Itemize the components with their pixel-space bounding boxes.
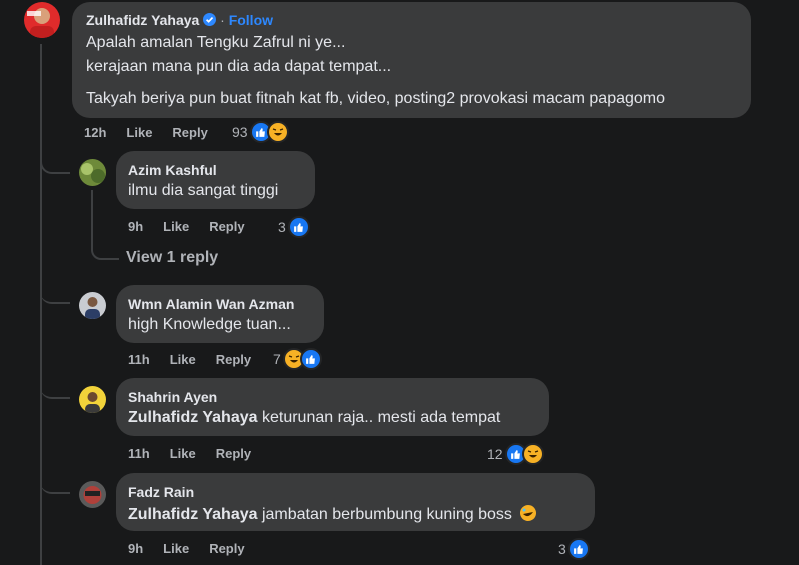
avatar[interactable] xyxy=(79,159,106,186)
like-button[interactable]: Like xyxy=(163,541,189,556)
reaction-count: 3 xyxy=(278,219,286,235)
reply-author[interactable]: Shahrin Ayen xyxy=(128,389,217,405)
reply-text: Zulhafidz Yahaya jambatan berbumbung kun… xyxy=(128,504,537,527)
verified-badge-icon xyxy=(203,13,217,26)
haha-icon xyxy=(266,121,289,143)
view-replies-link[interactable]: View 1 reply xyxy=(126,249,218,267)
rolling-laughing-emoji-icon xyxy=(519,504,537,527)
reply-text: ilmu dia sangat tinggi xyxy=(128,182,279,199)
comment-actions: 12h Like Reply xyxy=(84,125,228,140)
reply-actions: 11h Like Reply xyxy=(128,352,271,367)
reply-text-body: jambatan berbumbung kuning boss xyxy=(257,506,512,523)
reaction-summary[interactable]: 12 xyxy=(487,443,544,465)
reaction-count: 12 xyxy=(487,446,503,462)
timestamp[interactable]: 12h xyxy=(84,125,106,140)
reply-actions: 9h Like Reply xyxy=(128,219,265,234)
timestamp[interactable]: 9h xyxy=(128,219,143,234)
profile-photo-icon xyxy=(27,8,54,38)
comment-bubble: Zulhafidz Yahaya · Follow Apalah amalan … xyxy=(72,2,751,118)
reply-author[interactable]: Azim Kashful xyxy=(128,162,217,178)
reply-text: high Knowledge tuan... xyxy=(128,316,291,333)
reaction-summary[interactable]: 7 xyxy=(273,348,322,370)
comment-text-line: kerajaan mana pun dia ada dapat tempat..… xyxy=(86,58,392,75)
follow-button[interactable]: Follow xyxy=(229,12,273,28)
thread-branch-3 xyxy=(40,365,70,399)
reply-actions: 11h Like Reply xyxy=(128,446,271,461)
timestamp[interactable]: 11h xyxy=(128,446,150,461)
reply-actions: 9h Like Reply xyxy=(128,541,265,556)
thread-branch-1 xyxy=(40,140,70,174)
profile-photo-icon xyxy=(83,486,102,504)
like-icon xyxy=(287,216,310,238)
comment-author[interactable]: Zulhafidz Yahaya xyxy=(86,12,199,28)
reaction-count: 3 xyxy=(558,541,566,557)
reply-button[interactable]: Reply xyxy=(172,125,207,140)
reply-text-body: keturunan raja.. mesti ada tempat xyxy=(257,409,501,426)
like-icon xyxy=(299,348,322,370)
like-icon xyxy=(567,538,590,560)
mention-link[interactable]: Zulhafidz Yahaya xyxy=(128,409,258,426)
avatar[interactable] xyxy=(24,2,60,38)
reaction-summary[interactable]: 93 xyxy=(232,121,289,143)
reply-button[interactable]: Reply xyxy=(209,219,244,234)
reply-author[interactable]: Fadz Rain xyxy=(128,484,194,500)
profile-photo-icon xyxy=(85,392,100,413)
like-button[interactable]: Like xyxy=(170,352,196,367)
reply-bubble: Shahrin Ayen Zulhafidz Yahaya keturunan … xyxy=(116,378,549,436)
reply-bubble: Azim Kashful ilmu dia sangat tinggi xyxy=(116,151,315,209)
reply-author[interactable]: Wmn Alamin Wan Azman xyxy=(128,296,294,312)
like-button[interactable]: Like xyxy=(126,125,152,140)
reaction-count: 7 xyxy=(273,351,281,367)
profile-photo-icon xyxy=(81,163,105,183)
avatar[interactable] xyxy=(79,386,106,413)
mention-link[interactable]: Zulhafidz Yahaya xyxy=(128,506,258,523)
reply-bubble: Wmn Alamin Wan Azman high Knowledge tuan… xyxy=(116,285,324,343)
like-button[interactable]: Like xyxy=(163,219,189,234)
comment-text-line: Apalah amalan Tengku Zafrul ni ye... xyxy=(86,34,346,51)
reply-bubble: Fadz Rain Zulhafidz Yahaya jambatan berb… xyxy=(116,473,595,531)
reply-button[interactable]: Reply xyxy=(216,446,251,461)
separator: · xyxy=(220,12,225,28)
avatar[interactable] xyxy=(79,481,106,508)
timestamp[interactable]: 9h xyxy=(128,541,143,556)
reply-text: Zulhafidz Yahaya keturunan raja.. mesti … xyxy=(128,409,500,427)
comment-text-line: Takyah beriya pun buat fitnah kat fb, vi… xyxy=(86,90,666,107)
reaction-summary[interactable]: 3 xyxy=(278,216,310,238)
thread-branch-2 xyxy=(40,270,70,304)
profile-photo-icon xyxy=(85,297,100,319)
thread-branch-view xyxy=(91,240,119,260)
thread-branch-4 xyxy=(40,460,70,494)
like-button[interactable]: Like xyxy=(170,446,196,461)
reply-button[interactable]: Reply xyxy=(216,352,251,367)
haha-icon xyxy=(521,443,544,465)
reaction-summary[interactable]: 3 xyxy=(558,538,590,560)
reaction-count: 93 xyxy=(232,124,248,140)
reply-button[interactable]: Reply xyxy=(209,541,244,556)
avatar[interactable] xyxy=(79,292,106,319)
timestamp[interactable]: 11h xyxy=(128,352,150,367)
